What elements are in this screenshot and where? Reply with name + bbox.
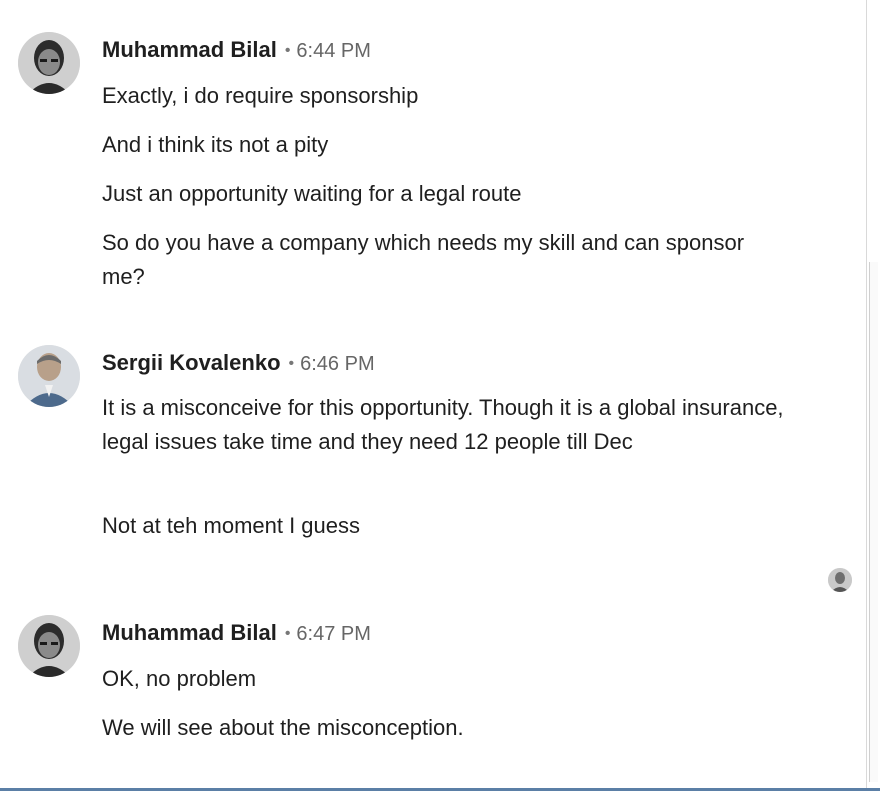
message-header: Muhammad Bilal • 6:47 PM <box>102 619 371 650</box>
header-separator: • <box>288 355 295 372</box>
avatar[interactable] <box>18 615 80 677</box>
message-text: And i think its not a pity <box>102 132 329 157</box>
scrollbar-track[interactable] <box>866 0 880 788</box>
message-text: We will see about the misconception. <box>102 715 464 740</box>
avatar[interactable] <box>18 32 80 94</box>
message-header: Muhammad Bilal • 6:44 PM <box>102 36 371 67</box>
person-dark-icon <box>18 615 80 677</box>
sender-name[interactable]: Muhammad Bilal <box>102 620 277 645</box>
message-text: So do you have a company which needs my … <box>102 230 745 289</box>
message-text: Not at teh moment I guess <box>102 513 361 538</box>
header-separator: • <box>284 625 291 642</box>
scrollbar-thumb[interactable] <box>869 262 878 782</box>
message-timestamp: 6:47 PM <box>296 623 371 645</box>
seen-receipt-avatar <box>828 568 852 592</box>
person-dark-icon <box>18 32 80 94</box>
message-thread: Muhammad Bilal • 6:44 PM Exactly, i do req… <box>0 0 866 788</box>
message-header: Sergii Kovalenko • 6:46 PM <box>102 349 375 380</box>
message-timestamp: 6:46 PM <box>300 353 375 375</box>
message-text: Exactly, i do require sponsorship <box>102 83 419 108</box>
avatar[interactable] <box>18 345 80 407</box>
message-text: It is a misconceive for this opportunity… <box>102 395 784 454</box>
sender-name[interactable]: Sergii Kovalenko <box>102 350 281 375</box>
message-text: OK, no problem <box>102 666 257 691</box>
composer-divider <box>0 788 880 794</box>
sender-name[interactable]: Muhammad Bilal <box>102 37 277 62</box>
seen-avatar-icon <box>828 568 852 592</box>
header-separator: • <box>284 42 291 59</box>
message-timestamp: 6:44 PM <box>296 40 371 62</box>
message-text: Just an opportunity waiting for a legal … <box>102 181 522 206</box>
person-light-icon <box>18 345 80 407</box>
